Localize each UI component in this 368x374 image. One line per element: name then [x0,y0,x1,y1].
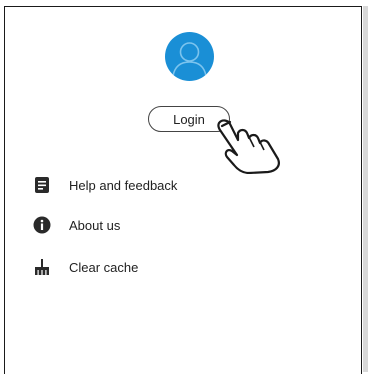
menu-item-about-us[interactable]: About us [32,215,120,235]
menu-item-label: Help and feedback [69,177,178,193]
broom-icon [32,257,52,277]
user-avatar[interactable] [165,32,214,81]
drawer-edge-shadow [363,6,368,372]
menu-item-label: Clear cache [69,259,139,275]
tap-gesture-hand-icon [217,119,280,174]
menu-item-clear-cache[interactable]: Clear cache [32,257,138,277]
menu-item-label: About us [69,217,121,233]
person-icon [172,42,207,77]
info-icon [32,215,52,235]
help-feedback-icon [32,175,52,195]
menu-item-help-feedback[interactable]: Help and feedback [32,175,177,195]
